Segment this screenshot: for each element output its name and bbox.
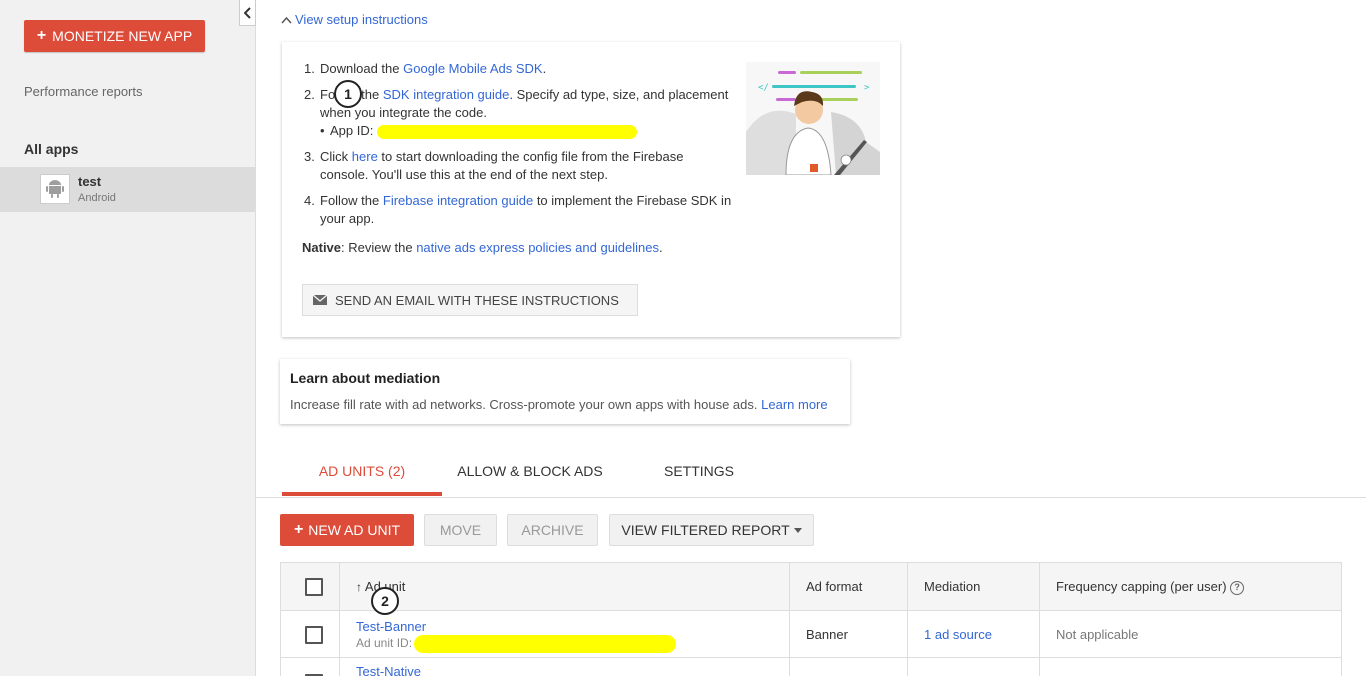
new-ad-unit-label: NEW AD UNIT: [308, 522, 401, 538]
move-button[interactable]: MOVE: [424, 514, 497, 546]
learn-more-link[interactable]: Learn more: [761, 397, 827, 412]
new-ad-unit-button[interactable]: + NEW AD UNIT: [280, 514, 414, 546]
monetize-label: MONETIZE NEW APP: [52, 28, 193, 44]
android-icon: [40, 174, 70, 204]
mediation-source-link[interactable]: 1 ad source: [924, 627, 992, 642]
send-email-instructions-button[interactable]: SEND AN EMAIL WITH THESE INSTRUCTIONS: [302, 284, 638, 316]
firebase-integration-guide-link[interactable]: Firebase integration guide: [383, 193, 533, 208]
app-platform: Android: [78, 192, 116, 204]
tabs-divider: [256, 497, 1366, 498]
tab-ad-units[interactable]: AD UNITS (2): [282, 463, 442, 479]
ad-units-table: ↑ Ad unit Ad format Mediation Frequency …: [280, 562, 1342, 676]
header-mediation: Mediation: [924, 579, 981, 594]
google-mobile-ads-sdk-link[interactable]: Google Mobile Ads SDK: [403, 61, 542, 76]
svg-text:</: </: [758, 83, 769, 93]
mediation-description: Increase fill rate with ad networks. Cro…: [290, 397, 828, 412]
ad-format-value: Banner: [806, 627, 848, 642]
chevron-up-icon: [281, 16, 292, 24]
table-row: Test-Banner Ad unit ID: Banner 1 ad sour…: [281, 611, 1341, 658]
developer-illustration: </ >: [746, 62, 880, 176]
redacted-app-id: [376, 124, 637, 139]
plus-icon: +: [293, 521, 304, 538]
svg-text:>: >: [864, 83, 870, 93]
email-icon: [313, 295, 327, 305]
tab-settings[interactable]: SETTINGS: [648, 463, 750, 479]
help-icon[interactable]: ?: [1230, 580, 1245, 595]
row-checkbox[interactable]: [305, 626, 323, 644]
native-ads-policies-link[interactable]: native ads express policies and guidelin…: [416, 240, 659, 255]
performance-reports-link[interactable]: Performance reports: [24, 84, 143, 99]
redacted-ad-unit-id: [414, 635, 677, 653]
setup-toggle-label: View setup instructions: [295, 12, 428, 27]
native-note: Native: Review the native ads express po…: [302, 240, 663, 255]
frequency-capping-value: Not applicable: [1056, 627, 1139, 642]
annotation-marker-1: 1: [334, 80, 362, 108]
annotation-marker-2: 2: [371, 587, 399, 615]
native-label: Native: [302, 240, 342, 255]
sdk-integration-guide-link[interactable]: SDK integration guide: [383, 87, 509, 102]
step-2: 2. Follow the SDK integration guide. Spe…: [302, 86, 732, 140]
email-button-label: SEND AN EMAIL WITH THESE INSTRUCTIONS: [335, 292, 619, 308]
chevron-left-icon: [243, 6, 251, 19]
header-frequency-capping: Frequency capping (per user) ?: [1056, 579, 1245, 595]
table-header: ↑ Ad unit Ad format Mediation Frequency …: [281, 563, 1341, 611]
plus-icon: +: [36, 27, 47, 44]
ad-unit-name-link[interactable]: Test-Native: [356, 664, 421, 676]
app-id-row: • App ID:: [320, 122, 732, 140]
app-name: test: [78, 174, 102, 189]
step-3: 3. Click here to start downloading the c…: [304, 149, 684, 182]
select-all-checkbox[interactable]: [305, 578, 323, 596]
view-setup-instructions-toggle[interactable]: View setup instructions: [281, 12, 428, 27]
tab-allow-block-ads[interactable]: ALLOW & BLOCK ADS: [446, 463, 614, 479]
step-1: 1. Download the Google Mobile Ads SDK.: [304, 61, 547, 76]
collapse-sidebar-button[interactable]: [239, 0, 256, 26]
setup-steps: 1. Download the Google Mobile Ads SDK. 2…: [302, 60, 732, 236]
view-filtered-report-button[interactable]: VIEW FILTERED REPORT: [609, 514, 814, 546]
sidebar-item-app[interactable]: test Android: [0, 167, 255, 212]
archive-button[interactable]: ARCHIVE: [507, 514, 598, 546]
all-apps-heading: All apps: [24, 141, 79, 157]
config-download-link[interactable]: here: [352, 149, 378, 164]
app-id-label: App ID:: [330, 123, 374, 138]
view-filtered-report-label: VIEW FILTERED REPORT: [621, 522, 790, 538]
header-ad-format: Ad format: [806, 579, 863, 594]
mediation-card: Learn about mediation Increase fill rate…: [280, 359, 850, 424]
dropdown-arrow-icon: [793, 527, 802, 533]
mediation-title: Learn about mediation: [290, 370, 441, 386]
ad-unit-id: Ad unit ID:: [356, 635, 677, 653]
sidebar: + MONETIZE NEW APP Performance reports A…: [0, 0, 256, 676]
sort-arrow-up-icon: ↑: [356, 580, 362, 594]
table-row: Test-Native: [281, 659, 1341, 676]
monetize-new-app-button[interactable]: + MONETIZE NEW APP: [24, 20, 205, 52]
ad-unit-name-link[interactable]: Test-Banner: [356, 619, 426, 634]
active-tab-indicator: [282, 492, 442, 496]
setup-instructions-card: 1. Download the Google Mobile Ads SDK. 2…: [282, 42, 900, 337]
step-4: 4. Follow the Firebase integration guide…: [304, 193, 732, 226]
